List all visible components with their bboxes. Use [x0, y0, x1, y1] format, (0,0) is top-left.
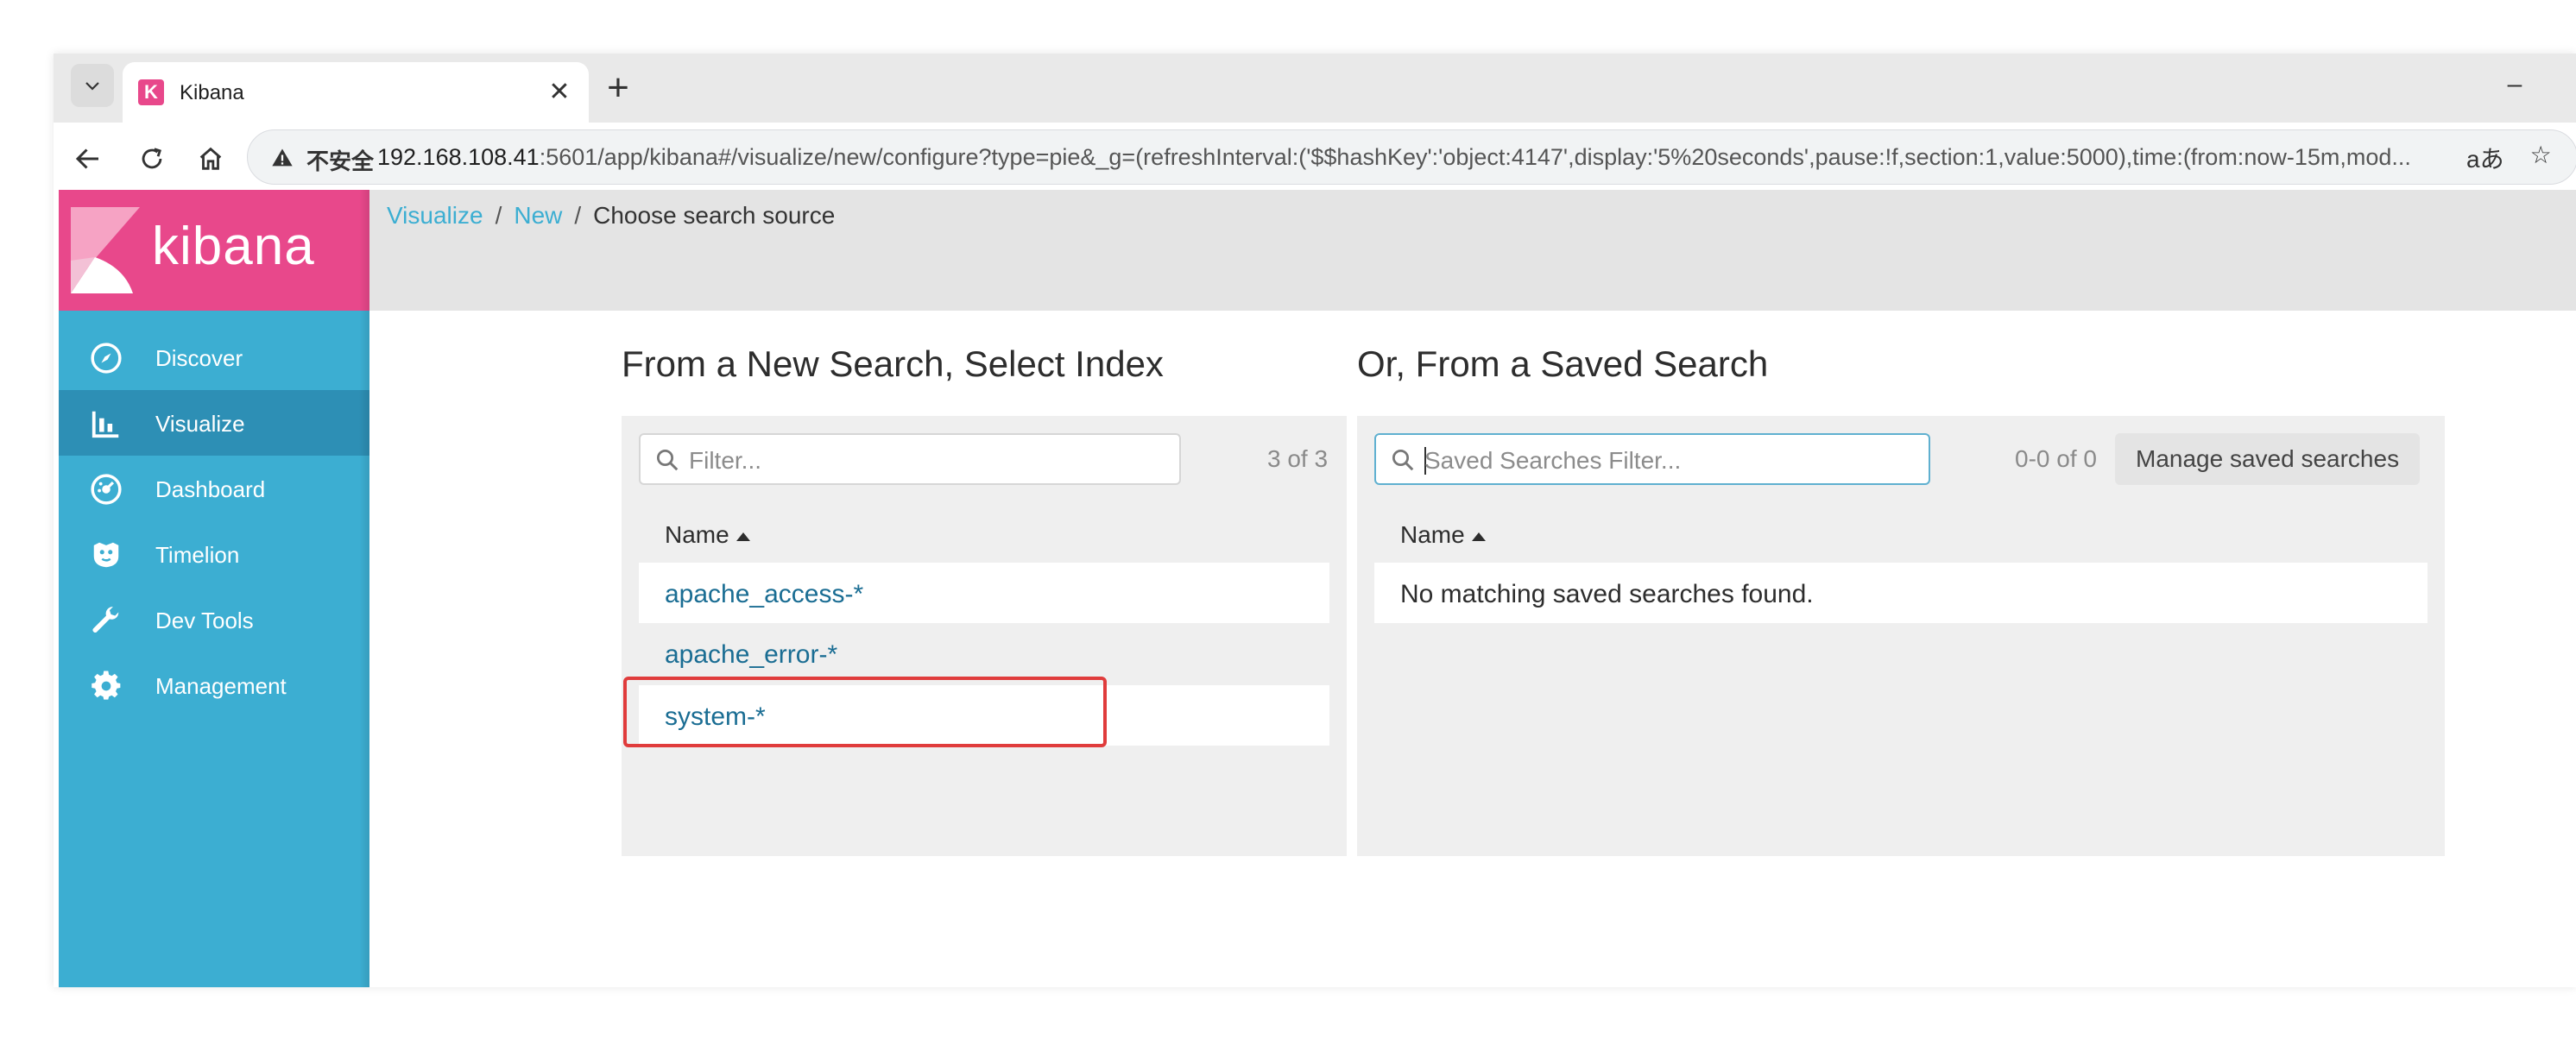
- bookmark-star-icon[interactable]: ☆: [2530, 141, 2552, 175]
- breadcrumb-separator: /: [495, 202, 502, 229]
- manage-saved-searches-button[interactable]: Manage saved searches: [2115, 433, 2421, 485]
- minimize-window-button[interactable]: –: [2493, 66, 2536, 104]
- translate-icon[interactable]: aあ: [2466, 141, 2504, 175]
- url-text: 192.168.108.41:5601/app/kibana#/visualiz…: [377, 144, 2466, 171]
- sidebar-item-visualize[interactable]: Visualize: [59, 390, 369, 456]
- close-tab-icon[interactable]: ✕: [544, 76, 575, 107]
- sort-ascending-icon: [1471, 532, 1486, 541]
- dashboard-icon: [91, 474, 122, 505]
- sidebar-item-dashboard[interactable]: Dashboard: [59, 456, 369, 521]
- empty-message: No matching saved searches found.: [1400, 580, 1814, 608]
- screen: K Kibana ✕ + – 不安全 192.168.108.41:5601/a…: [0, 0, 2576, 1039]
- address-bar-actions: aあ ☆: [2466, 141, 2552, 175]
- url-path: :5601/app/kibana#/visualize/new/configur…: [539, 144, 2411, 170]
- arrow-left-icon: [75, 148, 98, 169]
- breadcrumb-new-link[interactable]: New: [514, 202, 562, 230]
- reload-icon: [142, 148, 162, 169]
- new-search-title: From a New Search, Select Index: [622, 343, 1164, 384]
- kibana-logo[interactable]: kibana: [59, 190, 369, 311]
- reload-button[interactable]: [131, 138, 173, 179]
- saved-search-title: Or, From a Saved Search: [1357, 343, 1769, 384]
- kibana-favicon-icon: K: [138, 79, 164, 105]
- name-column-label: Name: [665, 521, 729, 548]
- back-button[interactable]: [67, 138, 109, 179]
- index-link[interactable]: apache_error-*: [665, 640, 837, 670]
- kibana-logo-icon: [71, 207, 140, 293]
- name-column-header[interactable]: Name: [665, 521, 750, 549]
- insecure-label: 不安全: [306, 148, 375, 174]
- sidebar-item-label: Dashboard: [155, 476, 266, 502]
- sidebar-item-label: Dev Tools: [155, 608, 254, 633]
- url-host: 192.168.108.41: [377, 144, 540, 170]
- breadcrumb-visualize-link[interactable]: Visualize: [387, 202, 483, 230]
- browser-window: K Kibana ✕ + – 不安全 192.168.108.41:5601/a…: [54, 54, 2576, 987]
- index-row[interactable]: apache_access-*: [639, 563, 1329, 623]
- empty-row: No matching saved searches found.: [1374, 563, 2428, 623]
- address-bar[interactable]: 不安全 192.168.108.41:5601/app/kibana#/visu…: [247, 129, 2576, 185]
- tab-title: Kibana: [180, 81, 244, 104]
- index-link[interactable]: apache_access-*: [665, 580, 863, 609]
- home-button[interactable]: [190, 138, 231, 179]
- breadcrumb: Visualize / New / Choose search source: [387, 202, 835, 230]
- saved-search-count: 0-0 of 0: [2015, 445, 2097, 472]
- bar-chart-icon: [92, 411, 119, 438]
- tab-strip: K Kibana ✕ + –: [54, 54, 2576, 123]
- sidebar-item-label: Management: [155, 673, 287, 699]
- saved-search-panel: Saved Searches Filter... 0-0 of 0 Manage…: [1357, 416, 2445, 856]
- breadcrumb-separator: /: [574, 202, 582, 229]
- browser-tab[interactable]: K Kibana ✕: [123, 62, 589, 123]
- wrench-icon: [92, 607, 119, 633]
- gear-icon: [92, 671, 121, 700]
- tab-search-button[interactable]: [71, 64, 114, 107]
- index-pattern-panel: Filter... 3 of 3 Name apache_access-* ap…: [622, 416, 1347, 856]
- browser-toolbar: 不安全 192.168.108.41:5601/app/kibana#/visu…: [54, 123, 2576, 193]
- sidebar-item-management[interactable]: Management: [59, 652, 369, 718]
- filter-placeholder: Filter...: [689, 447, 762, 474]
- timelion-icon: [93, 542, 119, 568]
- saved-search-filter-input[interactable]: Saved Searches Filter...: [1374, 433, 1930, 485]
- sort-ascending-icon: [736, 532, 750, 541]
- index-count: 3 of 3: [1267, 445, 1329, 472]
- main-content: Visualize / New / Choose search source F…: [369, 190, 2576, 987]
- highlight-box: [623, 677, 1107, 747]
- filter-placeholder: Saved Searches Filter...: [1424, 447, 1682, 474]
- kibana-app: kibana Discover Visualize Dashboard Time…: [59, 190, 2576, 987]
- sidebar-item-dev-tools[interactable]: Dev Tools: [59, 587, 369, 652]
- chevron-down-icon: [85, 82, 99, 91]
- compass-icon: [91, 343, 122, 374]
- sidebar-item-label: Timelion: [155, 542, 240, 568]
- name-column-header[interactable]: Name: [1400, 521, 1486, 549]
- index-filter-input[interactable]: Filter...: [639, 433, 1181, 485]
- sidebar: kibana Discover Visualize Dashboard Time…: [59, 190, 369, 987]
- breadcrumb-current: Choose search source: [593, 202, 836, 229]
- sidebar-item-timelion[interactable]: Timelion: [59, 521, 369, 587]
- kibana-logo-text: kibana: [152, 217, 315, 276]
- top-nav-bar: Visualize / New / Choose search source: [369, 190, 2576, 311]
- index-row[interactable]: apache_error-*: [639, 623, 1329, 683]
- sidebar-item-label: Visualize: [155, 411, 245, 437]
- name-column-label: Name: [1400, 521, 1465, 548]
- search-icon: [657, 450, 679, 471]
- search-icon: [1392, 450, 1414, 471]
- warning-icon: [272, 148, 293, 167]
- sidebar-item-label: Discover: [155, 345, 243, 371]
- sidebar-item-discover[interactable]: Discover: [59, 324, 369, 390]
- new-tab-button[interactable]: +: [599, 66, 637, 109]
- home-icon: [199, 147, 222, 170]
